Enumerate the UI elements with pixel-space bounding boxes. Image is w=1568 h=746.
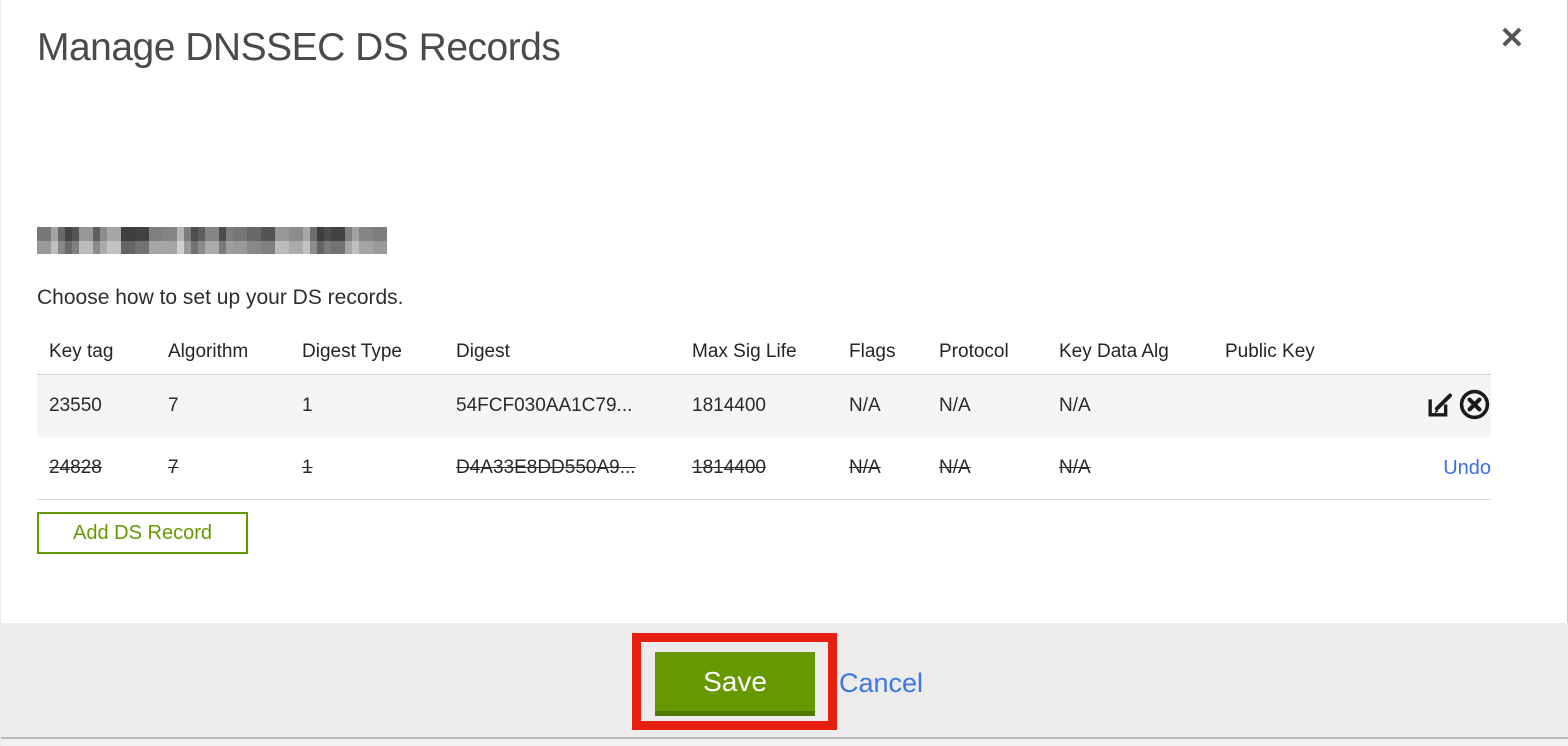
col-header-algorithm: Algorithm xyxy=(156,330,290,375)
col-header-public-key: Public Key xyxy=(1213,330,1343,375)
table-row: 23550 7 1 54FCF030AA1C79... 1814400 N/A … xyxy=(37,374,1491,437)
cell-public-key xyxy=(1213,374,1343,437)
save-button[interactable]: Save xyxy=(655,652,815,716)
ds-records-table: Key tag Algorithm Digest Type Digest Max… xyxy=(37,330,1491,500)
cell-digest-type: 1 xyxy=(290,374,444,437)
col-header-digest: Digest xyxy=(444,330,680,375)
col-header-max-sig-life: Max Sig Life xyxy=(680,330,837,375)
dnssec-modal: Manage DNSSEC DS Records ✕ Choose how to… xyxy=(0,0,1568,746)
table-row-deleted: 24828 7 1 D4A33E8DD550A9... 1814400 N/A … xyxy=(37,437,1491,500)
cell-flags: N/A xyxy=(837,374,927,437)
cancel-link[interactable]: Cancel xyxy=(839,668,923,699)
cell-max-sig-life: 1814400 xyxy=(680,374,837,437)
page-title: Manage DNSSEC DS Records xyxy=(37,26,561,69)
cell-key-data-alg: N/A xyxy=(1047,374,1213,437)
edit-icon xyxy=(1428,393,1452,417)
add-ds-record-button[interactable]: Add DS Record xyxy=(37,512,248,554)
cell-algorithm: 7 xyxy=(156,437,290,500)
table-header-row: Key tag Algorithm Digest Type Digest Max… xyxy=(37,330,1491,375)
cell-public-key xyxy=(1213,437,1343,500)
cell-algorithm: 7 xyxy=(156,374,290,437)
col-header-protocol: Protocol xyxy=(927,330,1047,375)
cell-max-sig-life: 1814400 xyxy=(680,437,837,500)
cell-protocol: N/A xyxy=(927,437,1047,500)
col-header-digest-type: Digest Type xyxy=(290,330,444,375)
cell-protocol: N/A xyxy=(927,374,1047,437)
edit-record-button[interactable] xyxy=(1425,389,1456,423)
cell-key-data-alg: N/A xyxy=(1047,437,1213,500)
cell-flags: N/A xyxy=(837,437,927,500)
delete-circle-x-icon xyxy=(1459,389,1490,420)
cell-digest: D4A33E8DD550A9... xyxy=(444,437,680,500)
delete-record-button[interactable] xyxy=(1458,388,1491,424)
col-header-flags: Flags xyxy=(837,330,927,375)
window-bottom-strip xyxy=(1,739,1568,746)
col-header-actions xyxy=(1343,330,1491,375)
instruction-text: Choose how to set up your DS records. xyxy=(37,286,404,309)
cell-digest: 54FCF030AA1C79... xyxy=(444,374,680,437)
close-icon[interactable]: ✕ xyxy=(1495,22,1529,56)
undo-link[interactable]: Undo xyxy=(1443,457,1491,479)
col-header-key-tag: Key tag xyxy=(37,330,156,375)
cell-digest-type: 1 xyxy=(290,437,444,500)
redacted-domain-name xyxy=(37,227,387,254)
col-header-key-data-alg: Key Data Alg xyxy=(1047,330,1213,375)
cell-key-tag: 23550 xyxy=(37,374,156,437)
cell-key-tag: 24828 xyxy=(37,437,156,500)
